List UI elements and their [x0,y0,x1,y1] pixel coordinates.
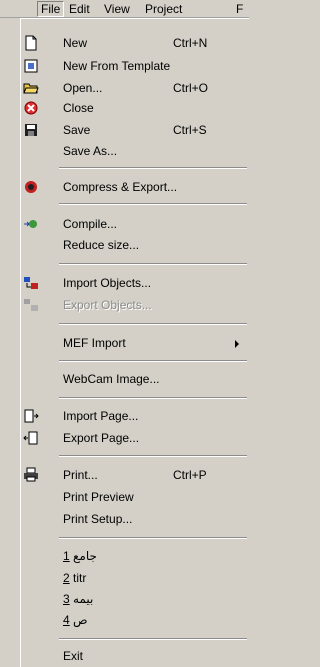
menu-item-save-shortcut: Ctrl+S [173,123,207,137]
menu-bar: File Edit View Project F [0,0,249,18]
menu-item-new-shortcut: Ctrl+N [173,36,208,50]
menu-separator [59,360,247,362]
menu-item-print[interactable]: Print... Ctrl+P [21,465,250,485]
recent-file-name: titr [73,571,87,585]
menu-item-close-label: Close [63,101,94,115]
menu-item-print-preview-label: Print Preview [63,490,134,504]
new-document-icon [23,35,39,51]
recent-file-number: 4 [63,613,70,627]
menu-item-import-page-label: Import Page... [63,409,139,423]
menu-item-new-label: New [63,36,88,50]
menu-separator [59,203,247,205]
recent-file-item[interactable]: 1 جامع [21,546,250,566]
recent-file-number: 1 [63,549,70,563]
menu-item-close[interactable]: Close [21,98,250,118]
menu-separator [59,455,247,457]
menu-project[interactable]: Project [145,2,182,16]
menu-next-truncated[interactable]: F [236,2,243,16]
menu-separator [59,167,247,169]
close-icon [23,100,39,116]
menu-item-print-label: Print... [63,468,98,482]
export-page-icon [23,430,39,446]
menu-item-print-setup-label: Print Setup... [63,512,133,526]
menu-item-open-label: Open... [63,81,103,95]
menu-item-print-shortcut: Ctrl+P [173,468,207,482]
file-menu-dropdown: New Ctrl+N New From Template Open... Ctr… [20,18,249,667]
menu-separator [59,397,247,399]
menu-item-import-objects[interactable]: Import Objects... [21,273,250,293]
menu-file[interactable]: File [37,1,65,17]
menu-item-print-setup[interactable]: Print Setup... [21,509,250,529]
menu-separator [59,263,247,265]
menu-item-import-page[interactable]: Import Page... [21,406,250,426]
menu-item-save-as-label: Save As... [63,144,118,158]
recent-file-item[interactable]: 4 ص [21,610,250,630]
menu-item-export-objects-label: Export Objects... [63,298,152,312]
menu-item-new-from-template-label: New From Template [63,59,171,73]
menu-separator [59,537,247,539]
template-icon [23,58,39,74]
menu-item-export-objects[interactable]: Export Objects... [21,295,250,315]
menu-item-webcam-image-label: WebCam Image... [63,372,160,386]
recent-file-name: بيمه [73,592,94,606]
menu-item-exit[interactable]: Exit [21,646,250,666]
menu-separator [59,323,247,325]
import-objects-icon [23,275,39,291]
menu-item-open[interactable]: Open... Ctrl+O [21,78,250,98]
save-disk-icon [23,122,39,138]
printer-icon [23,467,39,483]
menu-item-mef-import[interactable]: MEF Import [21,333,250,353]
menu-item-save-as[interactable]: Save As... [21,141,250,161]
compile-icon [23,216,39,232]
menu-item-exit-label: Exit [63,649,84,663]
recent-file-number: 2 [63,571,70,585]
menu-item-export-page-label: Export Page... [63,431,140,445]
import-page-icon [23,408,39,424]
menu-item-reduce-size-label: Reduce size... [63,238,140,252]
menu-item-new[interactable]: New Ctrl+N [21,33,250,53]
menu-item-export-page[interactable]: Export Page... [21,428,250,448]
menu-item-save[interactable]: Save Ctrl+S [21,120,250,140]
recent-file-item[interactable]: 2 titr [21,568,250,588]
recent-file-name: جامع [73,549,97,563]
menu-item-webcam-image[interactable]: WebCam Image... [21,369,250,389]
menu-item-save-label: Save [63,123,91,137]
open-folder-icon [23,80,39,96]
recent-file-item[interactable]: 3 بيمه [21,589,250,609]
export-objects-icon [23,297,39,313]
menu-separator [59,638,247,640]
recent-file-name: ص [73,613,88,627]
menu-edit[interactable]: Edit [69,2,90,16]
menu-item-mef-import-label: MEF Import [63,336,126,350]
menu-item-compile-label: Compile... [63,217,118,231]
menu-item-import-objects-label: Import Objects... [63,276,152,290]
menu-item-print-preview[interactable]: Print Preview [21,487,250,507]
compress-export-icon [23,179,39,195]
menu-view[interactable]: View [104,2,130,16]
submenu-arrow-icon [235,340,239,348]
menu-item-compile[interactable]: Compile... [21,214,250,234]
menu-item-new-from-template[interactable]: New From Template [21,56,250,76]
menu-item-open-shortcut: Ctrl+O [173,81,209,95]
menu-item-reduce-size[interactable]: Reduce size... [21,235,250,255]
menu-item-compress-export-label: Compress & Export... [63,180,178,194]
menu-item-compress-export[interactable]: Compress & Export... [21,177,250,197]
recent-file-number: 3 [63,592,70,606]
